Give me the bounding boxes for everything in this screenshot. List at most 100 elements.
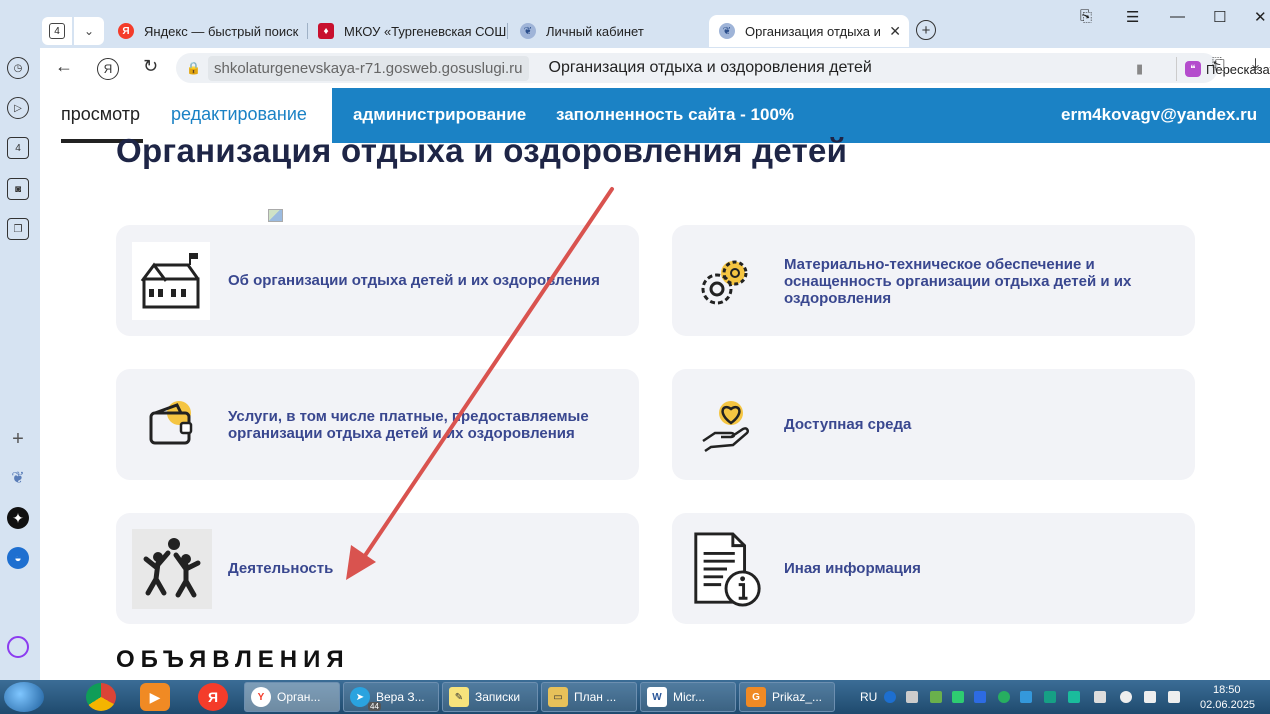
bookmark-icon[interactable]: ▮ [1136, 61, 1143, 77]
windows-start-icon[interactable] [4, 682, 44, 712]
yandex-icon[interactable]: Я [198, 683, 228, 711]
display-icon[interactable] [1168, 691, 1180, 703]
taskbar-label: План ... [574, 690, 617, 704]
clock-date[interactable]: 02.06.2025 [1200, 699, 1255, 711]
storage-icon[interactable] [1094, 691, 1106, 703]
sync-icon[interactable] [1044, 691, 1056, 703]
yandex-home-icon[interactable]: Я [97, 58, 119, 80]
kaspersky-icon[interactable] [952, 691, 964, 703]
volume-icon[interactable] [1120, 691, 1132, 703]
add-panel-icon[interactable]: + [7, 428, 29, 450]
tab-personal-account[interactable]: ❦ Личный кабинет [520, 15, 700, 47]
tab-title: Организация отдыха и [745, 23, 881, 39]
taskbar-label: Micr... [673, 690, 705, 704]
tab-title: Яндекс — быстрый поиск [144, 23, 299, 39]
keyboard-icon[interactable] [906, 691, 918, 703]
tabs-count-icon[interactable]: 4 [7, 137, 29, 159]
yandex-icon: Я [118, 23, 134, 39]
card-label: Услуги, в том числе платные, предоставля… [228, 408, 589, 442]
yandex-browser-icon: Y [251, 687, 271, 707]
taskbar-item-browser[interactable]: Y Орган... [244, 682, 340, 712]
clipboard-icon[interactable]: ⎗ [1212, 56, 1225, 74]
heart-hand-icon [688, 386, 766, 464]
gosuslugi-emblem-icon[interactable]: ❦ [7, 467, 29, 489]
card-label: Деятельность [228, 560, 334, 577]
tab-title: Личный кабинет [546, 23, 644, 39]
language-indicator[interactable]: RU [860, 690, 877, 704]
close-tab-icon[interactable]: ✕ [889, 23, 901, 40]
edit-mode-tab[interactable]: редактирование [171, 104, 307, 125]
card-label: Об организации отдыха детей и их оздоров… [228, 272, 600, 289]
pdf-icon: G [746, 687, 766, 707]
site-fill-status[interactable]: заполненность сайта - 100% [556, 105, 794, 125]
help-icon[interactable] [884, 691, 896, 703]
card-other-information[interactable]: Иная информация [672, 513, 1195, 624]
minimize-icon[interactable]: — [1170, 8, 1185, 25]
page-heading: Организация отдыха и оздоровления детей [116, 132, 848, 169]
gosuslugi-icon: ❦ [719, 23, 735, 39]
card-services[interactable]: Услуги, в том числе платные, предоставля… [116, 369, 639, 480]
card-label: Материально-техническое обеспечение и ос… [784, 256, 1132, 307]
maximize-icon[interactable]: ☐ [1213, 8, 1226, 26]
taskbar-item-telegram[interactable]: ➤ Вера З... 44 [343, 682, 439, 712]
back-arrow-icon[interactable]: ← [55, 56, 73, 77]
close-window-icon[interactable]: ✕ [1254, 8, 1267, 26]
wallet-icon [132, 386, 210, 464]
tab-counter-button[interactable]: 4 [42, 17, 72, 45]
messenger-icon[interactable]: ◒ [7, 547, 29, 569]
document-info-icon [688, 528, 766, 610]
connection-icon[interactable] [1068, 691, 1080, 703]
tab-active-page[interactable]: ❦ Организация отдыха и ✕ [709, 15, 909, 47]
card-about-organization[interactable]: Об организации отдыха детей и их оздоров… [116, 225, 639, 336]
update-icon[interactable] [998, 691, 1010, 703]
announcements-heading: ОБЪЯВЛЕНИЯ [116, 646, 350, 673]
administration-link[interactable]: администрирование [353, 105, 526, 125]
chrome-icon[interactable] [86, 683, 116, 711]
taskbar-item-word[interactable]: W Micr... [640, 682, 736, 712]
flag-icon[interactable] [1144, 691, 1156, 703]
taskbar-label: Вера З... [376, 690, 425, 704]
collections-icon[interactable]: ❐ [7, 218, 29, 240]
tab-separator [507, 23, 508, 39]
taskbar-item-pdf[interactable]: G Prikaz_... [739, 682, 835, 712]
school-building-icon [132, 242, 210, 320]
card-material-support[interactable]: Материально-техническое обеспечение и ос… [672, 225, 1195, 336]
bookmark-panel-icon[interactable]: ⎘ [1080, 8, 1092, 25]
menu-icon[interactable]: ☰ [1126, 8, 1139, 26]
media-player-icon[interactable]: ▶ [140, 683, 170, 711]
tab-school[interactable]: ♦ МКОУ «Тургеневская СОШ» [318, 15, 508, 47]
view-mode-tab[interactable]: просмотр [61, 104, 140, 125]
clock-time[interactable]: 18:50 [1213, 684, 1241, 696]
screenshot-icon[interactable]: ◙ [7, 178, 29, 200]
alice-assistant-icon[interactable] [7, 636, 29, 658]
tab-yandex[interactable]: Я Яндекс — быстрый поиск [118, 15, 308, 47]
history-icon[interactable]: ◷ [7, 57, 29, 79]
tab-title: МКОУ «Тургеневская СОШ» [344, 23, 508, 39]
browser-tab-bar: 4 ⌄ Я Яндекс — быстрый поиск ♦ МКОУ «Тур… [0, 0, 1270, 48]
chevron-down-icon[interactable]: ⌄ [74, 17, 104, 45]
unread-badge: 44 [368, 702, 381, 711]
card-activity[interactable]: Деятельность [116, 513, 639, 624]
user-email-link[interactable]: erm4kovagv@yandex.ru [1061, 105, 1257, 125]
browser-sidebar: ☺ ◷ ▷ 4 ◙ ❐ + ❦ ✦ ◒ [0, 0, 40, 680]
gosuslugi-icon: ❦ [520, 23, 536, 39]
cloud-icon[interactable] [1020, 691, 1032, 703]
reload-icon[interactable]: ↻ [143, 56, 158, 77]
video-icon[interactable]: ▷ [7, 97, 29, 119]
folder-icon: ▭ [548, 687, 568, 707]
taskbar-label: Записки [475, 690, 521, 704]
url-text[interactable]: shkolaturgenevskaya-r71.gosweb.gosuslugi… [208, 55, 529, 81]
word-icon: W [647, 687, 667, 707]
mail-icon[interactable] [974, 691, 986, 703]
network-icon[interactable] [930, 691, 942, 703]
download-icon[interactable]: ⤓ [1252, 56, 1259, 74]
card-label: Доступная среда [784, 416, 912, 433]
lock-icon[interactable]: 🔒 [186, 61, 204, 75]
taskbar-item-folder[interactable]: ▭ План ... [541, 682, 637, 712]
windows-taskbar: ▶ Я Y Орган... ➤ Вера З... 44 ✎ Записки … [0, 680, 1270, 714]
url-field[interactable]: 🔒 shkolaturgenevskaya-r71.gosweb.gosuslu… [176, 53, 1270, 83]
taskbar-item-notes[interactable]: ✎ Записки [442, 682, 538, 712]
new-tab-icon[interactable]: + [916, 20, 936, 40]
compass-icon[interactable]: ✦ [7, 507, 29, 529]
card-accessible-environment[interactable]: Доступная среда [672, 369, 1195, 480]
